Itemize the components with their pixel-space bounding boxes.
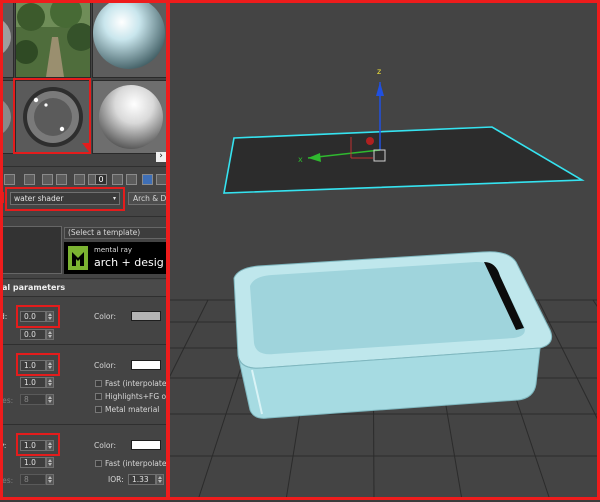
row2-sub-spinner[interactable]: 1.0 bbox=[20, 377, 46, 388]
row2-samples-spinner[interactable]: 8 bbox=[20, 394, 46, 405]
row3-color-label: Color: bbox=[94, 441, 116, 450]
template-description-box bbox=[0, 226, 62, 274]
perspective-viewport[interactable]: z x bbox=[48, 0, 600, 501]
row2-option1-checkbox[interactable] bbox=[95, 393, 102, 400]
pick-material-icon[interactable] bbox=[0, 192, 4, 203]
copy-material-icon[interactable] bbox=[56, 174, 67, 185]
z-axis-label: z bbox=[377, 67, 381, 76]
material-id-channel-icon[interactable]: 0 bbox=[95, 174, 107, 185]
row1-color-swatch[interactable] bbox=[131, 311, 161, 321]
row3-highlight bbox=[16, 433, 60, 456]
row2-option1-label: Highlights+FG on bbox=[105, 392, 168, 401]
viewport-canvas[interactable]: z x bbox=[48, 0, 600, 501]
x-axis-label: x bbox=[298, 155, 303, 164]
row3-sub-arrows[interactable] bbox=[46, 457, 54, 468]
row1-label: d: bbox=[0, 312, 8, 321]
row2-option2-checkbox[interactable] bbox=[95, 406, 102, 413]
show-end-result-icon[interactable] bbox=[126, 174, 137, 185]
ior-label: IOR: bbox=[108, 475, 124, 484]
section-title: al parameters bbox=[2, 283, 66, 292]
row2-highlight bbox=[16, 353, 60, 376]
row1-sub-arrows[interactable] bbox=[46, 329, 54, 340]
row3-option0-label: Fast (interpolate bbox=[105, 459, 167, 468]
selected-slot-highlight bbox=[13, 78, 91, 154]
row3-dim-label: les: bbox=[0, 476, 14, 485]
material-type-button[interactable]: Arch & D bbox=[128, 192, 168, 205]
row3-sub-spinner[interactable]: 1.0 bbox=[20, 457, 46, 468]
name-field-highlight bbox=[5, 187, 125, 211]
ior-spinner[interactable]: 1.33 bbox=[128, 474, 156, 485]
row1-sub-spinner[interactable]: 0.0 bbox=[20, 329, 46, 340]
rollout-header[interactable]: al parameters bbox=[0, 280, 168, 296]
tub-object[interactable] bbox=[233, 251, 553, 419]
material-slot-blue-sphere[interactable] bbox=[92, 0, 168, 78]
row2-option0-label: Fast (interpolate bbox=[105, 379, 167, 388]
material-slot-partial-2[interactable] bbox=[0, 80, 14, 154]
ior-arrows[interactable] bbox=[156, 474, 164, 485]
row3-option0-checkbox[interactable] bbox=[95, 460, 102, 467]
arch-design-banner: mental ray arch + desig bbox=[64, 242, 168, 274]
row1-color-label: Color: bbox=[94, 312, 116, 321]
material-editor-panel: › 0 water shader ▾ Arch & D (Select a te… bbox=[0, 0, 168, 500]
material-slot-outdoor[interactable] bbox=[15, 0, 91, 78]
row3-samples-spinner[interactable]: 8 bbox=[20, 474, 46, 485]
row3-samples-arrows[interactable] bbox=[46, 474, 54, 485]
row2-sub-arrows[interactable] bbox=[46, 377, 54, 388]
gizmo-center-icon bbox=[366, 137, 374, 145]
row2-dim-label: les: bbox=[0, 396, 14, 405]
row2-option2-label: Metal material bbox=[105, 405, 160, 414]
row2-color-swatch[interactable] bbox=[131, 360, 161, 370]
row2-color-label: Color: bbox=[94, 361, 116, 370]
reset-icon[interactable] bbox=[42, 174, 53, 185]
go-to-parent-icon[interactable] bbox=[142, 174, 153, 185]
row3-color-swatch[interactable] bbox=[131, 440, 161, 450]
brand-line2: arch + desig bbox=[94, 256, 164, 269]
brand-line1: mental ray bbox=[94, 246, 133, 254]
row2-option0-checkbox[interactable] bbox=[95, 380, 102, 387]
row3-label: y: bbox=[0, 441, 7, 450]
panel-divider-highlight bbox=[166, 0, 170, 500]
material-slot-white-sphere[interactable] bbox=[92, 80, 168, 154]
mental-ray-logo-icon bbox=[68, 246, 88, 270]
assign-material-icon[interactable] bbox=[24, 174, 35, 185]
row2-samples-arrows[interactable] bbox=[46, 394, 54, 405]
put-to-scene-icon[interactable] bbox=[4, 174, 15, 185]
z-axis-arrow-icon bbox=[376, 82, 384, 96]
row1-highlight bbox=[16, 305, 60, 328]
show-in-viewport-icon[interactable] bbox=[112, 174, 123, 185]
unique-icon[interactable] bbox=[74, 174, 85, 185]
template-select[interactable]: (Select a template) bbox=[64, 227, 168, 239]
material-slot-partial[interactable] bbox=[0, 0, 14, 78]
expand-slots-button[interactable]: › bbox=[156, 152, 166, 162]
water-plane-object[interactable] bbox=[223, 126, 585, 194]
